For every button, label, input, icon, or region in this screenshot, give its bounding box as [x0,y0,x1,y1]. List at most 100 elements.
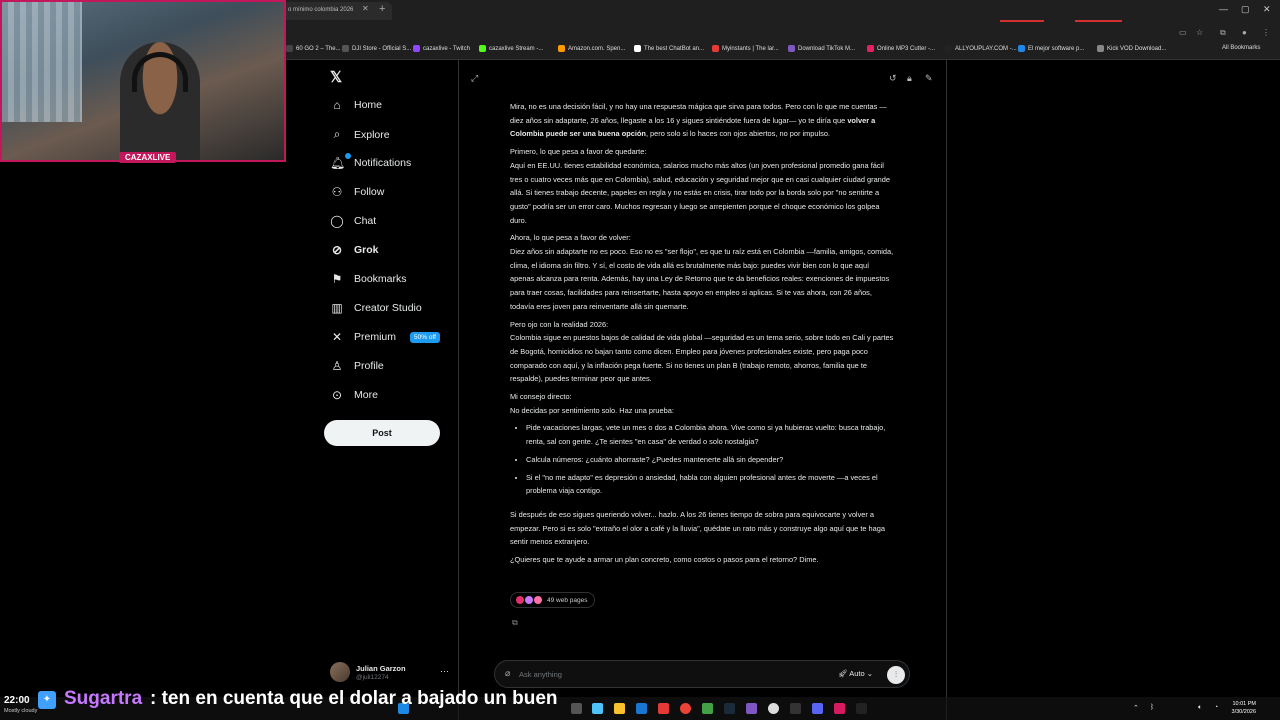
discord-icon[interactable] [812,703,823,714]
bookmark-item[interactable]: The best ChatBot an... [634,45,704,52]
notification-dot [345,153,351,159]
bookmark-item[interactable]: DJI Store - Official S... [342,45,411,52]
bookmark-label: Amazon.com. Spen... [568,45,626,52]
maximize-icon[interactable]: ▢ [1241,4,1250,15]
response-paragraph: Mira, no es una decisión fácil, y no hay… [510,100,895,141]
terminal-icon[interactable] [856,703,867,714]
bluetooth-icon[interactable]: ᛒ [1150,704,1154,711]
screen: o mínimo colombia 2026 ✕ + — ▢ ✕ ▭ ☆ ⧉ ●… [0,0,1280,720]
bookmark-favicon-icon [1018,45,1025,52]
clock[interactable]: 10:01 PM 3/30/2026 [1232,700,1256,716]
nav-chat[interactable]: ◯ Chat [330,214,376,228]
user-name: Julian Garzon [356,664,406,673]
bookmark-favicon-icon [342,45,349,52]
star-icon[interactable]: ☆ [1196,28,1203,37]
new-tab-icon[interactable]: + [379,3,385,15]
app-icon[interactable] [834,703,845,714]
bookmark-icon: ⚑ [331,272,343,286]
bookmark-label: DJI Store - Official S... [352,45,412,52]
nav-label: Bookmarks [354,273,407,285]
webcam-background [2,2,82,122]
nav-grok[interactable]: ⊘ Grok [330,243,379,257]
minimize-icon[interactable]: — [1219,4,1228,14]
cast-icon[interactable]: ▭ [1179,28,1187,37]
nav-bookmarks[interactable]: ⚑ Bookmarks [330,272,407,286]
paperclip-icon[interactable]: ⌀ [505,668,510,679]
app-icon[interactable] [746,703,757,714]
expand-icon[interactable]: ⤢ [471,73,478,84]
list-item: Si el "no me adapto" es depresión o ansi… [526,471,895,498]
nav-creator-studio[interactable]: ▥ Creator Studio [330,301,421,315]
profile-icon[interactable]: ● [1242,28,1247,37]
nav-follow[interactable]: ⚇ Follow [330,185,385,199]
bookmark-item[interactable]: Amazon.com. Spen... [558,45,625,52]
nav-label: Grok [354,244,379,256]
browser-tab-active[interactable]: o mínimo colombia 2026 [282,2,392,20]
bookmark-favicon-icon [558,45,565,52]
wifi-icon[interactable]: ◔ [1214,704,1218,711]
section-heading: Ahora, lo que pesa a favor de volver: [510,233,631,243]
divider [458,60,459,720]
bookmark-item[interactable]: El mejor software p... [1018,45,1084,52]
speaker-icon[interactable]: 🔈︎ [1198,704,1202,712]
bookmark-label: Download TikTok M... [798,45,856,52]
nav-explore[interactable]: ⌕ Explore [330,127,390,142]
app-icon[interactable] [790,703,801,714]
streamer-name-label: CAZAXLIVE [119,152,177,163]
file-explorer-icon[interactable] [614,703,625,714]
app-icon[interactable] [658,703,669,714]
xbox-icon[interactable] [702,703,713,714]
bookmark-item[interactable]: 60 GO 2 – The... [286,45,341,52]
overlay-weather: Mostly cloudy [4,708,38,714]
obs-icon[interactable] [768,703,779,714]
bookmark-item[interactable]: cazaxlive Stream -... [479,45,543,52]
bookmark-favicon-icon [712,45,719,52]
sources-button[interactable]: 49 web pages [510,592,596,608]
nav-home[interactable]: ⌂ Home [330,98,382,112]
more-circle-icon: ⊙ [331,388,343,402]
chrome-icon[interactable] [680,703,691,714]
person-plus-icon: ⚇ [331,185,343,199]
voice-mode-icon[interactable]: ⫶ [887,666,905,684]
bookmark-item[interactable]: ALLYOUPLAY.COM -... [945,45,1017,52]
copy-icon[interactable]: ⧉ [512,618,518,628]
more-dots-icon[interactable]: ··· [440,666,449,676]
bookmark-item[interactable]: cazaxlive - Twitch [413,45,470,52]
section-heading: Primero, lo que pesa a favor de quedarte… [510,147,647,157]
new-chat-icon[interactable]: ✎ [925,73,933,84]
extensions-icon[interactable]: ⧉ [1220,28,1226,38]
bookmark-favicon-icon [788,45,795,52]
nav-premium[interactable]: ✕ Premium 50% off [330,330,440,344]
bookmark-item[interactable]: Download TikTok M... [788,45,855,52]
bookmark-item[interactable]: Online MP3 Cutter -... [867,45,935,52]
history-icon[interactable]: ↺ [889,73,897,84]
lock-icon[interactable]: 🔒︎ [907,73,912,84]
tray-chevron-icon[interactable]: ⌃ [1133,704,1139,712]
mode-selector[interactable]: 🚀︎ Auto ⌄ [838,669,873,678]
x-logo-icon[interactable]: 𝕏 [330,68,342,86]
menu-dots-icon[interactable]: ⋮ [1262,28,1270,37]
close-icon[interactable]: ✕ [362,4,369,13]
sources-label: 49 web pages [547,596,588,604]
nav-profile[interactable]: ♙ Profile [330,359,384,373]
bookmark-label: 60 GO 2 – The... [296,45,341,52]
text: Diez años sin adaptarte no es poco. Eso … [510,247,894,311]
bookmark-label: Online MP3 Cutter -... [877,45,936,52]
all-bookmarks-button[interactable]: All Bookmarks [1222,45,1260,51]
ask-input[interactable] [519,667,819,682]
nav-notifications[interactable]: 🔔︎ Notifications [330,153,411,170]
edge-icon[interactable] [636,703,647,714]
steam-icon[interactable] [724,703,735,714]
bookmark-item[interactable]: Kick VOD Download... [1097,45,1166,52]
nav-more[interactable]: ⊙ More [330,388,378,402]
search-icon: ⌕ [333,127,341,141]
ask-bar: ⌀ 🚀︎ Auto ⌄ ⫶ [494,660,910,688]
window-close-icon[interactable]: ✕ [1263,4,1271,15]
nav-label: Home [354,99,383,111]
post-button[interactable]: Post [324,420,440,446]
all-bookmarks-label: All Bookmarks [1222,45,1261,51]
bookmark-item[interactable]: Myinstants | The lar... [712,45,779,52]
advice-list: Pide vacaciones largas, vete un mes o do… [510,421,895,498]
text: , pero solo si lo haces con ojos abierto… [645,129,830,139]
account-switcher[interactable]: Julian Garzon @juli12274 ··· [330,660,455,686]
